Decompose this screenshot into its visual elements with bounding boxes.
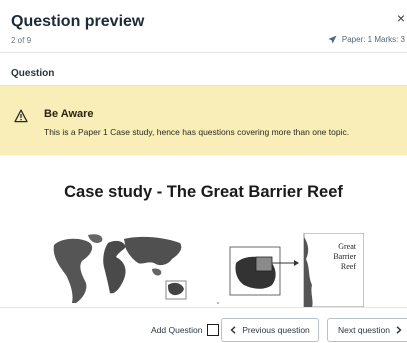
connector-dot [217,302,219,304]
case-study-title: Case study - The Great Barrier Reef [64,183,343,201]
chevron-right-icon [396,326,402,334]
add-question-label: Add Question [151,325,203,335]
add-question-checkbox[interactable] [206,324,219,336]
australia-map [229,246,299,296]
next-question-label: Next question [338,325,390,335]
question-label: Question [11,68,55,79]
previous-question-label: Previous question [242,325,310,335]
next-question-button[interactable]: Next question [327,318,407,342]
question-content: Case study - The Great Barrier Reef Grea… [0,155,407,307]
modal-header: Question preview 2 of 9 × Paper: 1 Marks… [0,0,407,53]
close-icon[interactable]: × [397,10,405,26]
reef-label-line2: Barrier [333,252,356,261]
reef-label-line1: Great [338,242,357,251]
paper-info: Paper: 1 Marks: 3 [328,35,405,44]
be-aware-alert: Be Aware This is a Paper 1 Case study, h… [0,86,407,155]
paper-info-text: Paper: 1 Marks: 3 [341,35,405,44]
previous-question-button[interactable]: Previous question [221,318,319,342]
world-map [48,233,188,307]
add-question-control[interactable]: Add Question [151,324,219,336]
reef-label-line3: Reef [341,262,356,271]
great-barrier-reef-figure: Great Barrier Reef [48,233,364,307]
question-counter: 2 of 9 [11,36,32,45]
chevron-left-icon [230,326,236,334]
warning-icon [14,109,28,123]
modal-footer: Add Question Previous question Next ques… [0,307,407,343]
modal-title: Question preview [11,13,145,30]
question-preview-modal: Question preview 2 of 9 × Paper: 1 Marks… [0,0,407,343]
alert-title: Be Aware [44,108,94,120]
reef-detail: Great Barrier Reef [303,233,364,307]
send-icon [328,35,337,44]
alert-text: This is a Paper 1 Case study, hence has … [44,127,350,137]
